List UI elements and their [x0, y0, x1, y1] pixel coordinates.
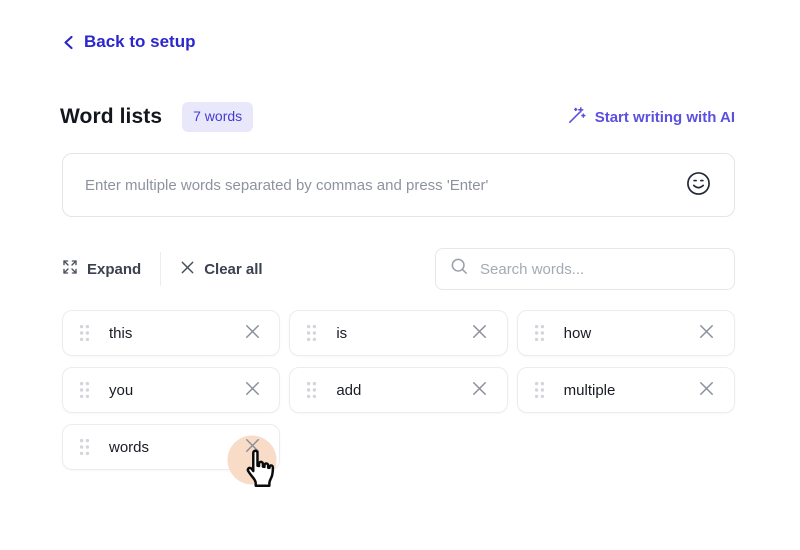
start-writing-ai-link[interactable]: Start writing with AI [567, 106, 735, 129]
search-words-input[interactable] [480, 261, 720, 278]
word-entry-input[interactable] [85, 177, 673, 194]
word-chip: this [62, 310, 280, 356]
close-x-icon [698, 323, 715, 343]
close-x-icon [244, 380, 261, 400]
expand-icon [62, 259, 78, 279]
word-chip-label: how [564, 325, 696, 342]
close-x-icon [698, 380, 715, 400]
word-chip: is [289, 310, 507, 356]
word-count-badge: 7 words [182, 102, 253, 132]
back-to-setup-link[interactable]: Back to setup [62, 32, 195, 52]
drag-handle-icon[interactable] [79, 324, 90, 342]
drag-handle-icon[interactable] [306, 381, 317, 399]
toolbar: Expand Clear all [62, 248, 735, 290]
page-title: Word lists [60, 105, 162, 129]
drag-handle-icon[interactable] [79, 438, 90, 456]
close-x-icon [244, 323, 261, 343]
word-entry-container [62, 153, 735, 217]
emoji-picker-button[interactable] [685, 170, 712, 200]
word-chip-label: this [109, 325, 241, 342]
drag-handle-icon[interactable] [534, 324, 545, 342]
clear-all-label: Clear all [204, 261, 262, 278]
start-writing-ai-label: Start writing with AI [595, 109, 735, 126]
toolbar-divider [160, 252, 161, 286]
search-icon [450, 257, 469, 281]
word-chip: how [517, 310, 735, 356]
drag-handle-icon[interactable] [534, 381, 545, 399]
remove-word-button[interactable] [241, 322, 263, 344]
search-box [435, 248, 735, 290]
title-row: Word lists 7 words Start writing with AI [60, 101, 735, 133]
remove-word-button[interactable] [469, 322, 491, 344]
drag-handle-icon[interactable] [306, 324, 317, 342]
magic-wand-icon [567, 106, 586, 129]
remove-word-button[interactable] [696, 379, 718, 401]
word-chip: you [62, 367, 280, 413]
clear-all-x-icon [180, 260, 195, 279]
smiley-icon [685, 170, 712, 200]
word-chips-grid: this is [62, 310, 735, 470]
chevron-left-icon [62, 35, 75, 50]
drag-handle-icon[interactable] [79, 381, 90, 399]
close-x-icon [471, 380, 488, 400]
word-lists-page: Back to setup Word lists 7 words Start w… [0, 0, 800, 550]
word-chip: words [62, 424, 280, 470]
remove-word-button[interactable] [469, 379, 491, 401]
close-x-icon [471, 323, 488, 343]
word-chip-label: you [109, 382, 241, 399]
remove-word-button[interactable] [696, 322, 718, 344]
word-chip-label: multiple [564, 382, 696, 399]
word-chip: multiple [517, 367, 735, 413]
word-chip: add [289, 367, 507, 413]
expand-label: Expand [87, 261, 141, 278]
remove-word-button[interactable] [241, 379, 263, 401]
clear-all-button[interactable]: Clear all [180, 260, 262, 279]
word-chip-label: is [336, 325, 468, 342]
word-chip-label: words [109, 439, 241, 456]
word-chip-label: add [336, 382, 468, 399]
remove-word-button[interactable] [241, 436, 263, 458]
back-to-setup-label: Back to setup [84, 32, 195, 52]
expand-button[interactable]: Expand [62, 259, 141, 279]
